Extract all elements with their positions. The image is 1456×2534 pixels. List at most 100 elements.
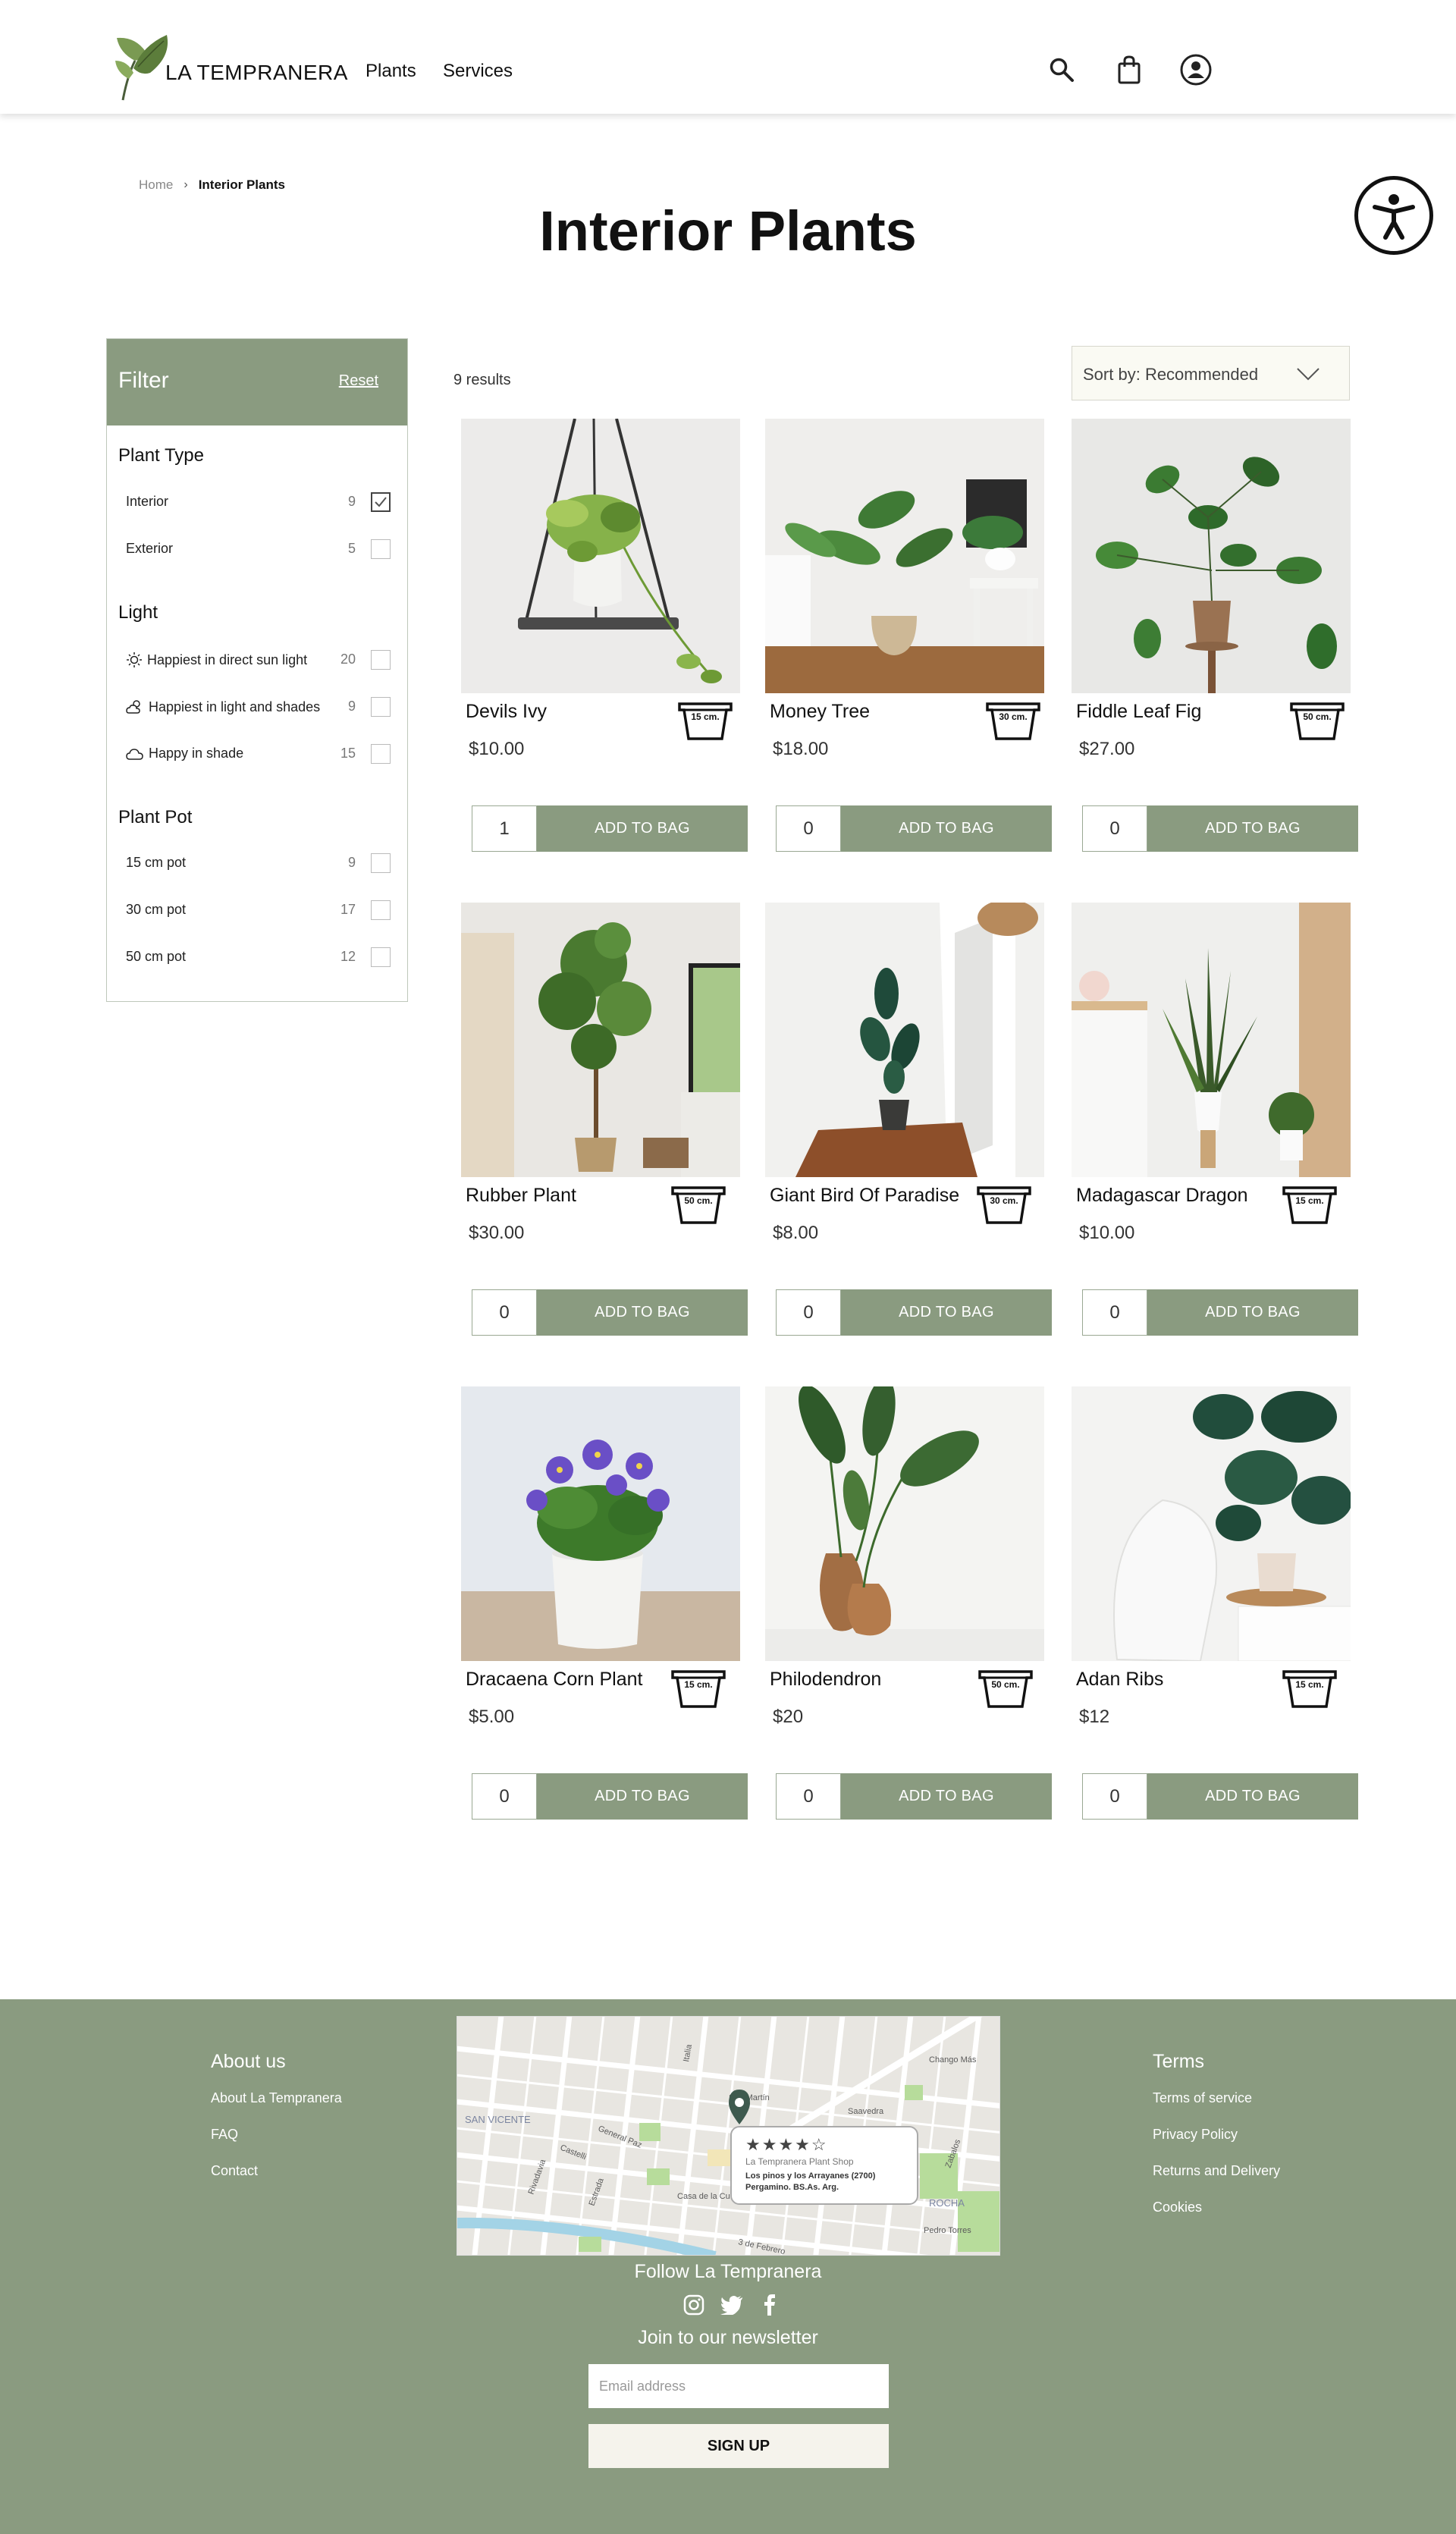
filter-option-light-shade[interactable]: Happiest in light and shades 9 bbox=[107, 691, 409, 721]
footer-link-returns[interactable]: Returns and Delivery bbox=[1153, 2163, 1280, 2179]
product-image[interactable] bbox=[461, 1386, 740, 1661]
product-image[interactable] bbox=[765, 1386, 1044, 1661]
product-price: $10.00 bbox=[1079, 1223, 1135, 1243]
shopping-bag-icon[interactable] bbox=[1112, 53, 1146, 86]
product-image[interactable] bbox=[461, 903, 740, 1177]
filter-option-15cm[interactable]: 15 cm pot 9 bbox=[107, 847, 409, 878]
product-image[interactable] bbox=[1072, 419, 1351, 693]
map-label: Chango Más bbox=[929, 2055, 977, 2065]
pot-size-icon: 30 cm. bbox=[975, 1185, 1033, 1226]
quantity-input[interactable]: 0 bbox=[776, 805, 841, 852]
sort-dropdown[interactable]: Sort by: Recommended bbox=[1072, 346, 1350, 400]
footer-link-privacy[interactable]: Privacy Policy bbox=[1153, 2127, 1238, 2143]
filter-reset-link[interactable]: Reset bbox=[339, 372, 378, 390]
social-links bbox=[682, 2294, 781, 2316]
facebook-icon[interactable] bbox=[758, 2294, 781, 2316]
product-image[interactable] bbox=[765, 903, 1044, 1177]
filter-option-count: 9 bbox=[347, 494, 356, 509]
user-account-icon[interactable] bbox=[1179, 53, 1213, 86]
pot-15-checkbox[interactable] bbox=[371, 853, 391, 873]
pot-size-label: 15 cm. bbox=[684, 1679, 713, 1690]
brand-name[interactable]: LA TEMPRANERA bbox=[165, 61, 348, 85]
product-image[interactable] bbox=[1072, 903, 1351, 1177]
quantity-input[interactable]: 0 bbox=[472, 1773, 537, 1820]
product-name[interactable]: Money Tree bbox=[770, 701, 870, 723]
filter-option-label: 30 cm pot bbox=[126, 902, 187, 917]
product-name[interactable]: Madagascar Dragon bbox=[1076, 1185, 1248, 1207]
cloud-icon bbox=[126, 748, 143, 760]
footer-link-terms[interactable]: Terms of service bbox=[1153, 2090, 1252, 2106]
footer-link-faq[interactable]: FAQ bbox=[211, 2127, 238, 2143]
product-name[interactable]: Philodendron bbox=[770, 1669, 881, 1691]
quantity-input[interactable]: 0 bbox=[1082, 1773, 1147, 1820]
nav-plants[interactable]: Plants bbox=[366, 61, 416, 82]
pot-50-checkbox[interactable] bbox=[371, 947, 391, 967]
product-name[interactable]: Fiddle Leaf Fig bbox=[1076, 701, 1201, 723]
product-name[interactable]: Giant Bird Of Paradise bbox=[770, 1185, 959, 1207]
product-card: Rubber Plant $30.00 50 cm. 0 ADD TO BAG bbox=[461, 903, 748, 1346]
add-to-bag-button[interactable]: ADD TO BAG bbox=[841, 1773, 1052, 1820]
store-map[interactable]: San Martín Saavedra General Paz Castelli… bbox=[457, 2016, 1000, 2256]
product-name[interactable]: Adan Ribs bbox=[1076, 1669, 1163, 1691]
product-name[interactable]: Rubber Plant bbox=[466, 1185, 576, 1207]
page-title: Interior Plants bbox=[539, 199, 917, 262]
product-card: Philodendron $20 50 cm. 0 ADD TO BAG bbox=[765, 1386, 1052, 1830]
add-to-bag-button[interactable]: ADD TO BAG bbox=[537, 1773, 748, 1820]
product-card: Devils Ivy $10.00 15 cm. 1 ADD TO BAG bbox=[461, 419, 748, 862]
filter-option-shade[interactable]: Happy in shade 15 bbox=[107, 738, 409, 768]
quantity-input[interactable]: 0 bbox=[776, 1773, 841, 1820]
filter-option-interior[interactable]: Interior 9 bbox=[107, 486, 409, 517]
footer-link-contact[interactable]: Contact bbox=[211, 2163, 258, 2179]
filter-group-plant-type: Plant Type bbox=[118, 445, 204, 466]
add-to-bag-button[interactable]: ADD TO BAG bbox=[841, 1289, 1052, 1336]
product-price: $12 bbox=[1079, 1707, 1110, 1727]
filter-option-30cm[interactable]: 30 cm pot 17 bbox=[107, 894, 409, 925]
add-to-bag-button[interactable]: ADD TO BAG bbox=[1147, 1773, 1358, 1820]
interior-checkbox[interactable] bbox=[371, 492, 391, 512]
exterior-checkbox[interactable] bbox=[371, 539, 391, 559]
quantity-input[interactable]: 0 bbox=[776, 1289, 841, 1336]
site-footer: About us About La Tempranera FAQ Contact bbox=[0, 1999, 1456, 2534]
filter-option-exterior[interactable]: Exterior 5 bbox=[107, 533, 409, 564]
checkmark-icon bbox=[375, 497, 387, 507]
shade-checkbox[interactable] bbox=[371, 744, 391, 764]
add-to-bag-button[interactable]: ADD TO BAG bbox=[841, 805, 1052, 852]
search-icon[interactable] bbox=[1045, 53, 1078, 86]
quantity-input[interactable]: 1 bbox=[472, 805, 537, 852]
map-label: SAN VICENTE bbox=[465, 2114, 531, 2125]
product-image[interactable] bbox=[461, 419, 740, 693]
filter-option-50cm[interactable]: 50 cm pot 12 bbox=[107, 941, 409, 972]
pot-30-checkbox[interactable] bbox=[371, 900, 391, 920]
footer-link-about[interactable]: About La Tempranera bbox=[211, 2090, 342, 2106]
instagram-icon[interactable] bbox=[682, 2294, 705, 2316]
sign-up-button[interactable]: SIGN UP bbox=[588, 2424, 889, 2468]
twitter-icon[interactable] bbox=[720, 2294, 743, 2316]
pot-size-icon: 15 cm. bbox=[676, 701, 734, 742]
breadcrumb: Home › Interior Plants bbox=[139, 177, 285, 193]
product-name[interactable]: Dracaena Corn Plant bbox=[466, 1669, 642, 1691]
footer-link-cookies[interactable]: Cookies bbox=[1153, 2200, 1202, 2215]
sort-label: Sort by: bbox=[1083, 365, 1141, 384]
product-image[interactable] bbox=[1072, 1386, 1351, 1661]
quantity-input[interactable]: 0 bbox=[472, 1289, 537, 1336]
filter-option-label: Interior bbox=[126, 494, 169, 509]
product-name[interactable]: Devils Ivy bbox=[466, 701, 547, 723]
add-to-bag-button[interactable]: ADD TO BAG bbox=[1147, 805, 1358, 852]
brand-logo[interactable] bbox=[112, 30, 173, 103]
breadcrumb-home[interactable]: Home bbox=[139, 177, 173, 193]
quantity-input[interactable]: 0 bbox=[1082, 1289, 1147, 1336]
add-to-bag-button[interactable]: ADD TO BAG bbox=[537, 1289, 748, 1336]
quantity-input[interactable]: 0 bbox=[1082, 805, 1147, 852]
breadcrumb-current: Interior Plants bbox=[198, 177, 285, 192]
add-to-bag-button[interactable]: ADD TO BAG bbox=[537, 805, 748, 852]
add-to-bag-button[interactable]: ADD TO BAG bbox=[1147, 1289, 1358, 1336]
product-image[interactable] bbox=[765, 419, 1044, 693]
light-shade-checkbox[interactable] bbox=[371, 697, 391, 717]
filter-option-direct-sun[interactable]: Happiest in direct sun light 20 bbox=[107, 644, 409, 674]
map-info-card[interactable]: ★★★★☆ La Tempranera Plant Shop Los pinos… bbox=[730, 2126, 918, 2205]
nav-services[interactable]: Services bbox=[443, 61, 513, 82]
product-card: Fiddle Leaf Fig $27.00 50 cm. 0 ADD TO B… bbox=[1072, 419, 1358, 862]
filter-option-text: Happy in shade bbox=[149, 746, 244, 761]
direct-sun-checkbox[interactable] bbox=[371, 650, 391, 670]
email-field[interactable] bbox=[588, 2364, 889, 2408]
